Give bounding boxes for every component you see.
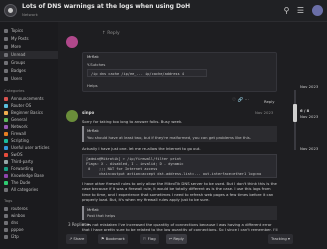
quote-text: Y-Sutches xyxy=(87,62,106,67)
quote-text: Post that helps xyxy=(87,213,116,218)
category-color-icon xyxy=(4,146,8,150)
tag-icon xyxy=(4,207,8,211)
sidebar-category[interactable]: Knowledge Base xyxy=(4,173,44,178)
post-date[interactable]: Nov 2023 xyxy=(255,110,273,115)
category-color-icon xyxy=(4,174,8,178)
badge-icon xyxy=(4,69,8,73)
category-color-icon xyxy=(4,167,8,171)
category-color-icon xyxy=(4,160,8,164)
sidebar-tag[interactable]: routeros xyxy=(4,206,28,211)
category-color-icon xyxy=(4,181,8,185)
sidebar-category[interactable]: Scripting xyxy=(4,138,29,143)
category-color-icon xyxy=(4,97,8,101)
post-paragraph: Actually I have just one. let me re-allo… xyxy=(82,146,201,151)
sidebar-category[interactable]: General xyxy=(4,117,27,122)
sidebar-tag[interactable]: l2tp xyxy=(4,234,19,239)
sidebar-category[interactable]: Announcements xyxy=(4,96,44,101)
groups-icon xyxy=(4,61,8,65)
category-color-icon xyxy=(4,104,8,108)
topic-category[interactable]: Network xyxy=(22,12,38,17)
post-avatar[interactable] xyxy=(66,110,78,122)
quote-author: Mrflat: xyxy=(87,207,100,212)
timeline-end-date[interactable]: Nov 2023 xyxy=(300,146,318,151)
topic-title[interactable]: Lots of DNS warnings at the logs when us… xyxy=(22,3,190,10)
search-icon[interactable]: ⚲ xyxy=(282,6,291,15)
categories-heading[interactable]: Categories xyxy=(4,88,24,93)
sidebar-category[interactable]: SwOS xyxy=(4,152,23,157)
site-logo[interactable] xyxy=(4,4,17,17)
sidebar-category[interactable]: Useful user articles xyxy=(4,145,49,150)
timeline-position: 6 / 8 xyxy=(300,108,310,113)
sidebar-category[interactable]: Beginner Basics xyxy=(4,110,43,115)
sidebar-item-unread[interactable]: Unread xyxy=(4,52,25,57)
sidebar-tag[interactable]: winbox xyxy=(4,213,25,218)
more-icon xyxy=(4,45,8,49)
tag-icon xyxy=(4,235,8,239)
sidebar-item-users[interactable]: Users xyxy=(4,76,22,81)
sidebar-category[interactable]: Firewall xyxy=(4,131,26,136)
user-icon xyxy=(4,37,8,41)
user-avatar[interactable] xyxy=(312,5,323,16)
sidebar-category[interactable]: Router OS xyxy=(4,103,31,108)
category-color-icon xyxy=(4,153,8,157)
list-icon xyxy=(4,29,8,33)
tag-icon xyxy=(4,214,8,218)
sidebar-category[interactable]: Third-party xyxy=(4,159,33,164)
tag-icon xyxy=(4,228,8,232)
sidebar-category[interactable]: Network xyxy=(4,124,28,129)
topic-header: Lots of DNS warnings at the logs when us… xyxy=(0,0,327,22)
sidebar-item-topics[interactable]: Topics xyxy=(4,28,23,33)
category-color-icon xyxy=(4,111,8,115)
sidebar: Topics My Posts More Unread Groups Badge… xyxy=(0,22,58,249)
quote-author: Mrflat: xyxy=(87,128,100,133)
code-block: /ip dns cache /ip/ee_... ip/cache/addres… xyxy=(87,69,207,77)
tags-heading[interactable]: Tags xyxy=(4,198,12,203)
sidebar-category[interactable]: The Dude xyxy=(4,180,30,185)
more-icon[interactable]: ⋯ xyxy=(245,98,250,103)
unread-icon xyxy=(4,53,8,57)
topic-posts: ↑ Reply Mrflat: Y-Sutches /ip dns cache … xyxy=(62,22,287,249)
timeline-start-date[interactable]: Nov 2023 xyxy=(300,84,318,89)
sidebar-item-groups[interactable]: Groups xyxy=(4,60,25,65)
category-color-icon xyxy=(4,118,8,122)
post-actions: ♡ 🔗 ⋯ xyxy=(232,98,249,103)
bookmark-button[interactable]: ⚑ Bookmark xyxy=(98,234,128,244)
sidebar-tag[interactable]: pppoe xyxy=(4,227,24,232)
sidebar-item-badges[interactable]: Badges xyxy=(4,68,26,73)
reply-to-indicator[interactable]: ↑ Reply xyxy=(102,31,120,36)
link-icon[interactable]: 🔗 xyxy=(237,98,243,103)
sidebar-item-more[interactable]: More xyxy=(4,44,21,49)
category-color-icon xyxy=(4,139,8,143)
reply-button[interactable]: ↩ Reply xyxy=(166,234,187,244)
category-color-icon xyxy=(4,125,8,129)
quote-author: Mrflat: xyxy=(87,54,100,59)
post-paragraph: I have other firewall rules to only allo… xyxy=(82,181,277,203)
timeline-current-date: Nov 2023 xyxy=(300,114,319,119)
topic-footer-buttons: ↗ Share ⚑ Bookmark ⚐ Flag ↩ Reply Tracki… xyxy=(62,231,327,249)
all-categories-icon xyxy=(4,188,8,192)
users-icon xyxy=(4,77,8,81)
sidebar-item-my-posts[interactable]: My Posts xyxy=(4,36,29,41)
post-paragraph: Sorry for taking too long to answer folk… xyxy=(82,119,183,124)
heart-icon[interactable]: ♡ xyxy=(232,98,236,103)
sidebar-category[interactable]: Forwarding xyxy=(4,166,33,171)
menu-icon[interactable]: ☰ xyxy=(296,6,305,15)
topic-timeline: Nov 2023 6 / 8 Nov 2023 Nov 2023 xyxy=(292,84,322,151)
quote-text: You should have at least two, but if the… xyxy=(87,135,251,140)
post-avatar[interactable] xyxy=(66,36,78,48)
code-block: [admin@Mikrotik] > /ip/firewall/filter p… xyxy=(82,154,277,178)
category-color-icon xyxy=(4,132,8,136)
share-button[interactable]: ↗ Share xyxy=(66,234,88,244)
replies-toggle[interactable]: 3 Replies ▾ xyxy=(68,222,89,227)
sidebar-tag[interactable]: dns xyxy=(4,220,18,225)
tag-icon xyxy=(4,221,8,225)
quote-text: Helps xyxy=(87,83,98,88)
timeline-handle[interactable] xyxy=(293,104,297,122)
post-author[interactable]: sinpo xyxy=(82,110,94,115)
reply-button[interactable]: Reply xyxy=(264,99,275,104)
tracking-button[interactable]: Tracking ▾ xyxy=(268,234,293,244)
flag-button[interactable]: ⚐ Flag xyxy=(140,234,159,244)
sidebar-category[interactable]: All categories xyxy=(4,187,38,192)
